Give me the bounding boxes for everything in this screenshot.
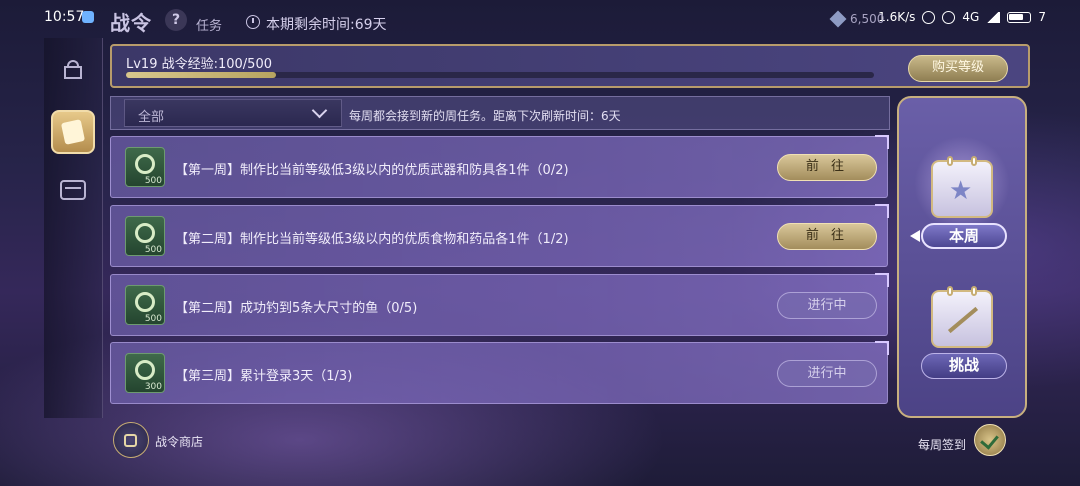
in-progress-status: 进行中 <box>777 360 877 387</box>
signin-icon[interactable] <box>974 424 1006 456</box>
signal-icon <box>986 11 1001 23</box>
help-button[interactable]: ? <box>165 9 187 31</box>
tab-task[interactable]: 任务 <box>196 15 222 34</box>
calendar-star-icon[interactable]: ★ <box>931 156 993 218</box>
reward-item[interactable]: 500 <box>125 285 165 325</box>
go-button[interactable]: 前 往 <box>777 154 877 181</box>
clock-icon <box>246 15 260 29</box>
reward-count: 500 <box>144 314 162 324</box>
reward-item[interactable]: 500 <box>125 147 165 187</box>
filter-selected: 全部 <box>138 110 165 125</box>
settings-status-icon <box>942 10 956 24</box>
clover-icon <box>135 154 155 174</box>
gift-icon[interactable] <box>62 58 84 80</box>
challenge-button[interactable]: 挑战 <box>921 353 1007 379</box>
xp-progress-bar <box>126 72 874 78</box>
page-title: 战令 <box>110 11 152 35</box>
shop-icon[interactable] <box>113 422 149 458</box>
reward-count: 500 <box>144 176 162 186</box>
status-indicators: 1.6K/s 4G 7 <box>878 10 1046 24</box>
currency-count: 6,500 <box>850 12 885 26</box>
signal-label: 4G <box>962 10 980 24</box>
this-week-button[interactable]: 本周 <box>921 223 1007 249</box>
xp-label: Lv19 战令经验:100/500 <box>126 57 272 72</box>
battery-icon <box>1007 11 1032 23</box>
status-bar: 10:57 1.6K/s 4G 7 <box>0 0 1080 36</box>
task-description: 【第三周】累计登录3天（1/3) <box>175 369 353 384</box>
bag-icon[interactable] <box>60 180 86 200</box>
clover-icon <box>135 292 155 312</box>
refresh-note: 每周都会接到新的周任务。距离下次刷新时间：6天 <box>349 109 621 123</box>
calendar-sword-icon[interactable] <box>931 286 993 348</box>
selected-pointer <box>910 230 920 242</box>
task-description: 【第二周】制作比当前等级低3级以内的优质食物和药品各1件（1/2) <box>175 232 569 247</box>
battlepass-icon[interactable] <box>51 110 95 154</box>
remaining-time: 本期剩余时间:69天 <box>266 17 387 33</box>
buy-level-button[interactable]: 购买等级 <box>908 55 1008 82</box>
clover-icon <box>135 223 155 243</box>
battery-level: 7 <box>1038 10 1046 24</box>
notification-icon <box>82 11 94 23</box>
shop-label[interactable]: 战令商店 <box>155 433 203 450</box>
task-description: 【第二周】成功钓到5条大尺寸的鱼（0/5) <box>175 301 418 316</box>
weekly-signin-label[interactable]: 每周签到 <box>918 436 966 453</box>
reward-item[interactable]: 500 <box>125 216 165 256</box>
reward-count: 500 <box>144 245 162 255</box>
go-button[interactable]: 前 往 <box>777 223 877 250</box>
task-row: 500 【第二周】制作比当前等级低3级以内的优质食物和药品各1件（1/2) 前 … <box>110 204 889 267</box>
in-progress-status: 进行中 <box>777 292 877 319</box>
reward-item[interactable]: 300 <box>125 353 165 393</box>
xp-progress-fill <box>126 72 276 78</box>
clover-icon <box>135 360 155 380</box>
left-navigation <box>44 38 103 418</box>
reward-count: 300 <box>144 382 162 392</box>
alarm-icon <box>922 10 936 24</box>
task-row: 500 【第一周】制作比当前等级低3级以内的优质武器和防具各1件（0/2) 前 … <box>110 135 889 198</box>
task-row: 300 【第三周】累计登录3天（1/3) 进行中 <box>110 341 889 404</box>
status-time: 10:57 <box>44 9 85 25</box>
task-row: 500 【第二周】成功钓到5条大尺寸的鱼（0/5) 进行中 <box>110 273 889 336</box>
task-description: 【第一周】制作比当前等级低3级以内的优质武器和防具各1件（0/2) <box>175 163 569 178</box>
